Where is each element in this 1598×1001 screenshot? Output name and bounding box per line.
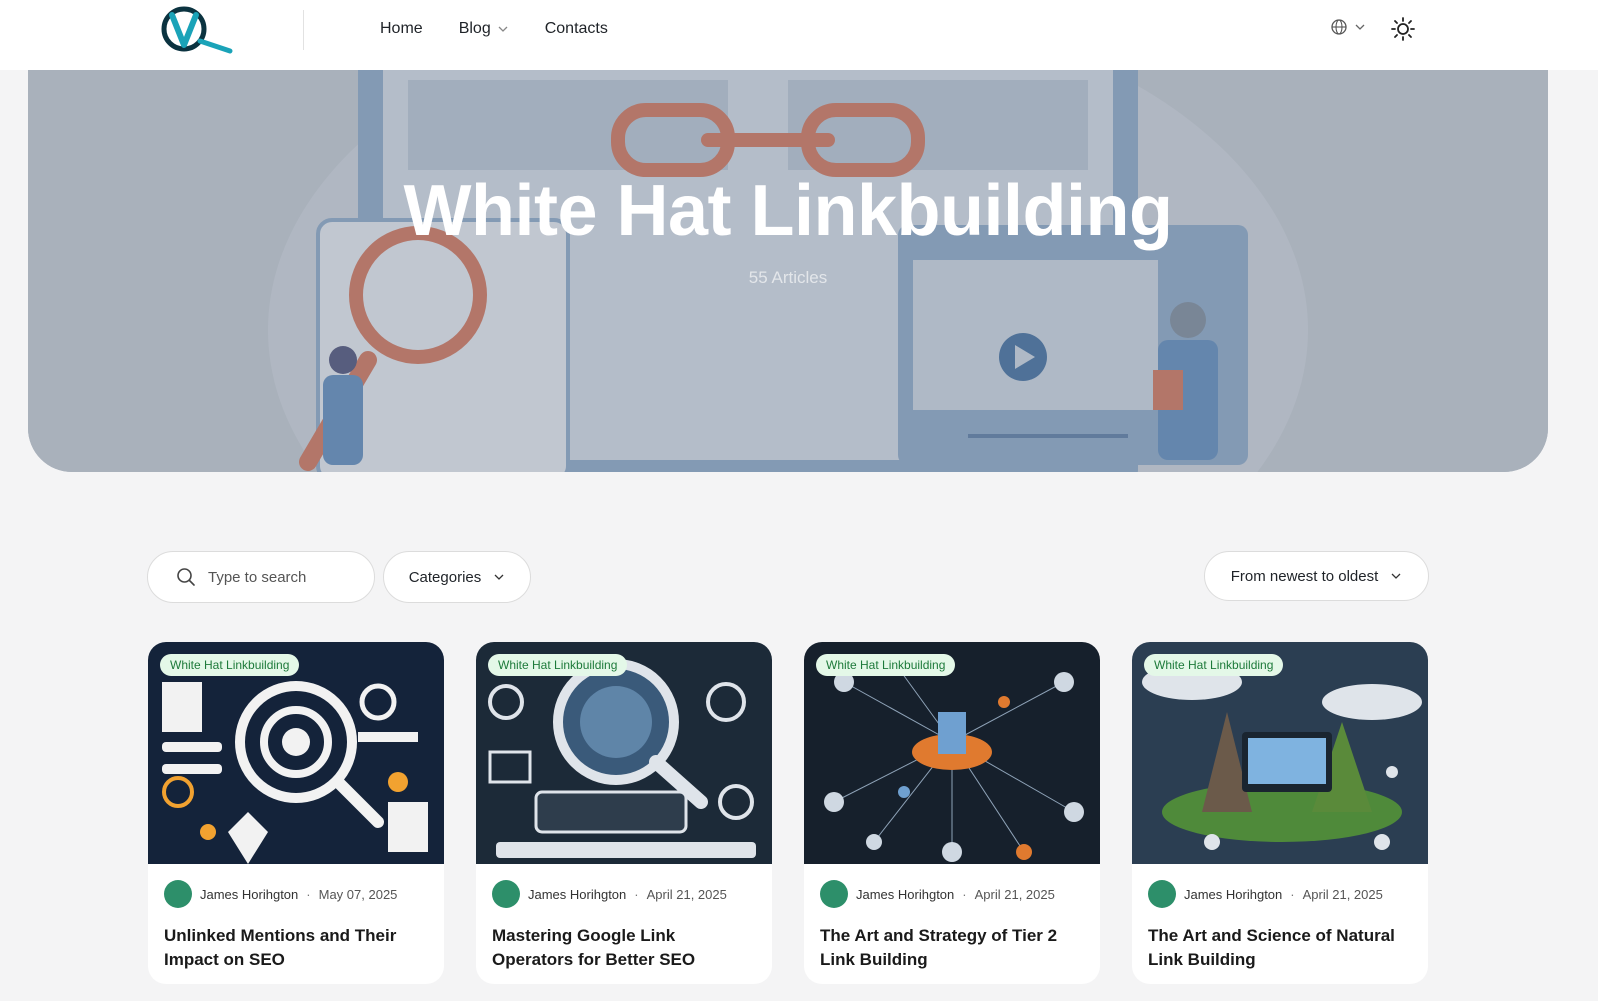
article-title[interactable]: Mastering Google Link Operators for Bett…: [492, 924, 760, 972]
site-header: Home Blog Contacts: [0, 0, 1598, 70]
theme-toggle[interactable]: [1390, 16, 1416, 42]
article-meta: James Horihgton · April 21, 2025: [820, 880, 1055, 908]
chevron-down-icon: [1355, 24, 1365, 30]
nav-contacts[interactable]: Contacts: [545, 20, 608, 38]
nav-contacts-label: Contacts: [544, 20, 608, 37]
article-meta: James Horihgton · April 21, 2025: [492, 880, 727, 908]
nav-blog[interactable]: Blog: [459, 20, 509, 38]
article-title[interactable]: Unlinked Mentions and Their Impact on SE…: [164, 924, 432, 972]
article-card[interactable]: White Hat Linkbuilding James Horihgton ·…: [804, 642, 1100, 984]
page-title: White Hat Linkbuilding: [403, 171, 1173, 251]
sort-dropdown[interactable]: From newest to oldest: [1204, 551, 1429, 601]
meta-separator: ·: [962, 886, 967, 902]
article-card[interactable]: White Hat Linkbuilding James Horihgton ·…: [148, 642, 444, 984]
article-card[interactable]: White Hat Linkbuilding James Horihgton ·…: [1132, 642, 1428, 984]
categories-label: Categories: [408, 568, 482, 586]
sun-icon: [1391, 17, 1415, 41]
publish-date: April 21, 2025: [646, 886, 727, 902]
author-name: James Horihgton: [200, 886, 299, 902]
meta-separator: ·: [1290, 886, 1295, 902]
search-input[interactable]: [208, 568, 358, 586]
article-meta: James Horihgton · April 21, 2025: [1148, 880, 1383, 908]
author-name: James Horihgton: [528, 886, 627, 902]
chevron-down-icon: [494, 574, 504, 580]
header-divider: [303, 10, 304, 50]
chevron-down-icon: [1391, 573, 1401, 579]
category-badge[interactable]: White Hat Linkbuilding: [488, 654, 628, 676]
search-box[interactable]: [147, 551, 375, 603]
avatar: [164, 880, 192, 908]
article-grid: White Hat Linkbuilding James Horihgton ·…: [148, 642, 1428, 984]
avatar: [1148, 880, 1176, 908]
hero-banner: White Hat Linkbuilding 55 Articles: [28, 70, 1548, 472]
article-title[interactable]: The Art and Science of Natural Link Buil…: [1148, 924, 1416, 972]
publish-date: April 21, 2025: [1302, 886, 1383, 902]
category-badge[interactable]: White Hat Linkbuilding: [816, 654, 956, 676]
meta-separator: ·: [634, 886, 639, 902]
author-name: James Horihgton: [1184, 886, 1283, 902]
category-badge[interactable]: White Hat Linkbuilding: [1144, 654, 1284, 676]
chevron-down-icon: [498, 26, 508, 32]
search-icon: [177, 568, 195, 586]
nav-home[interactable]: Home: [380, 20, 423, 38]
article-title[interactable]: The Art and Strategy of Tier 2 Link Buil…: [820, 924, 1088, 972]
category-badge[interactable]: White Hat Linkbuilding: [160, 654, 300, 676]
nav-home-label: Home: [380, 20, 423, 37]
globe-icon: [1331, 19, 1347, 35]
language-selector[interactable]: [1330, 18, 1366, 36]
meta-separator: ·: [306, 886, 311, 902]
main-nav: Home Blog Contacts: [380, 0, 608, 58]
avatar: [820, 880, 848, 908]
article-card[interactable]: White Hat Linkbuilding James Horihgton ·…: [476, 642, 772, 984]
nav-blog-label: Blog: [458, 20, 491, 37]
avatar: [492, 880, 520, 908]
article-count: 55 Articles: [748, 268, 828, 287]
publish-date: May 07, 2025: [318, 886, 398, 902]
site-logo[interactable]: [160, 5, 236, 55]
sort-label: From newest to oldest: [1230, 567, 1379, 585]
author-name: James Horihgton: [856, 886, 955, 902]
publish-date: April 21, 2025: [974, 886, 1055, 902]
article-meta: James Horihgton · May 07, 2025: [164, 880, 397, 908]
categories-dropdown[interactable]: Categories: [383, 551, 531, 603]
